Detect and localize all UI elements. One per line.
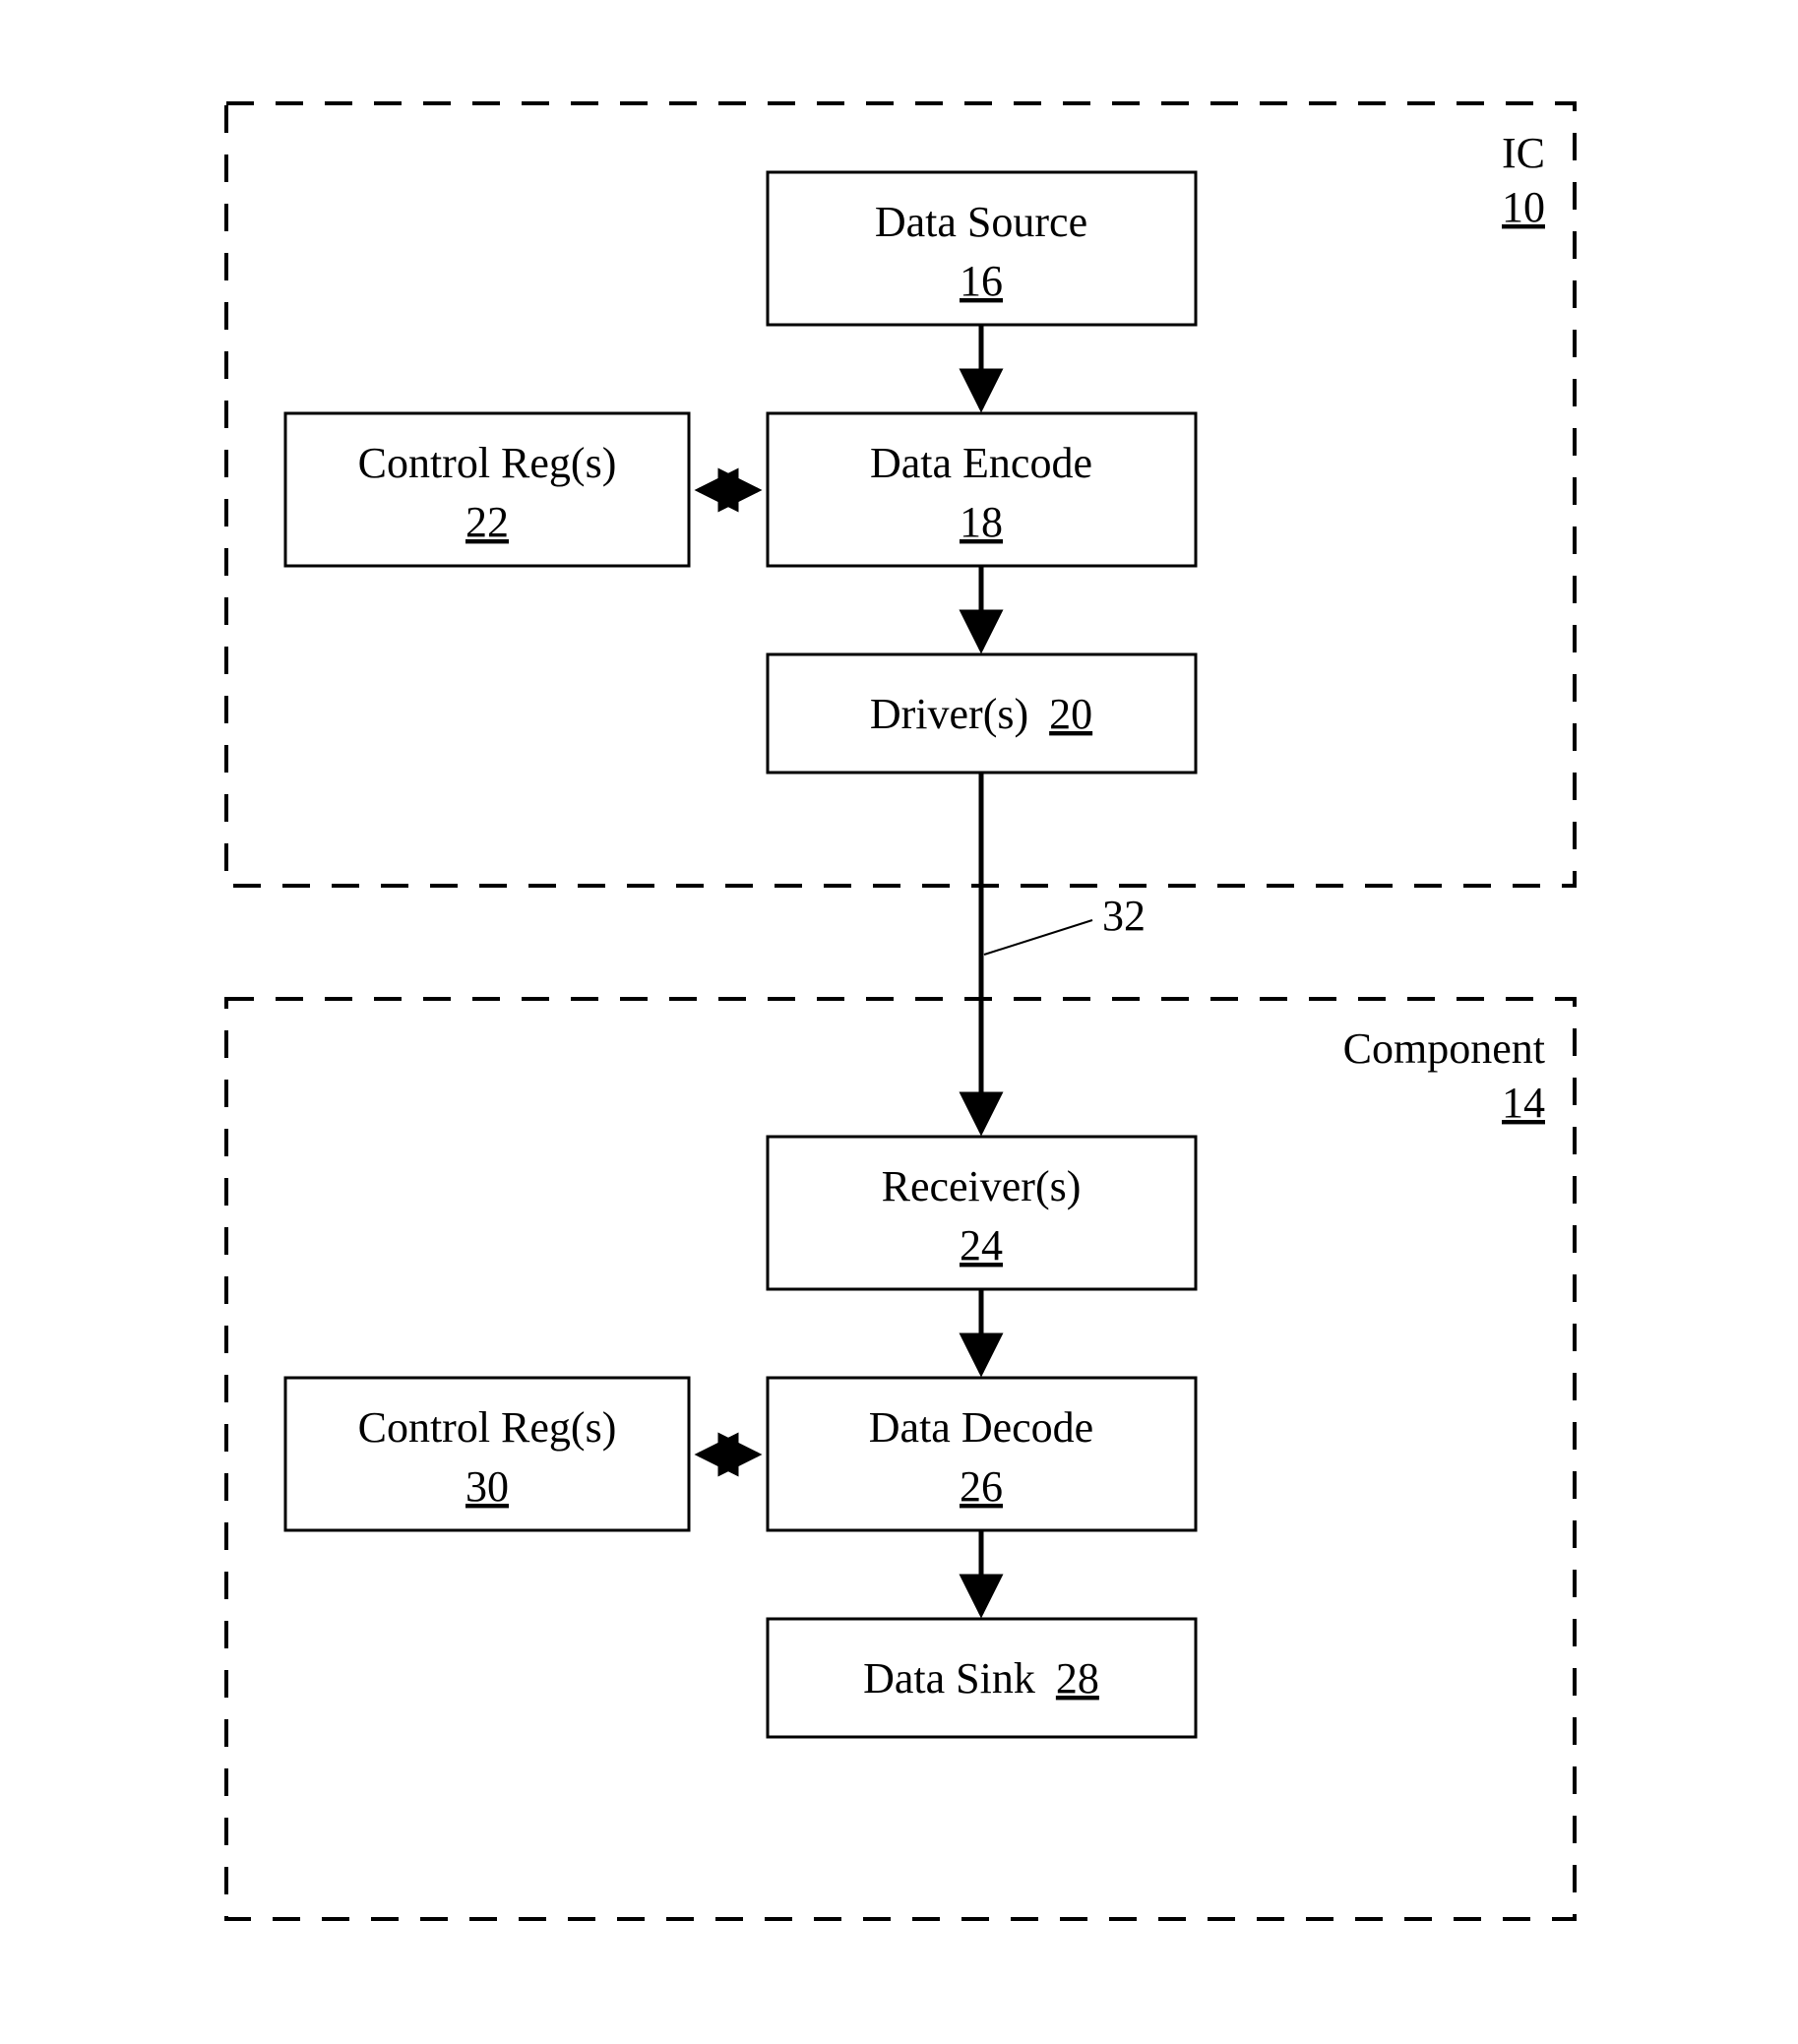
block-data-decode-label: Data Decode	[869, 1403, 1093, 1452]
block-drivers-label: Driver(s)	[870, 690, 1028, 738]
container-component-ref: 14	[1502, 1079, 1545, 1127]
block-drivers-ref: 20	[1049, 690, 1092, 738]
block-control-regs-a-label: Control Reg(s)	[358, 439, 617, 487]
block-data-decode-ref: 26	[960, 1462, 1003, 1511]
container-ic-ref: 10	[1502, 183, 1545, 231]
block-data-sink-text: Data Sink 28	[863, 1654, 1099, 1703]
block-data-sink-label: Data Sink	[863, 1654, 1035, 1703]
leader-wire-label	[984, 920, 1092, 955]
block-data-encode-ref: 18	[960, 498, 1003, 546]
diagram-canvas: IC 10 Data Source 16 Data Encode 18 Cont…	[0, 0, 1798, 2044]
block-data-source-label: Data Source	[875, 198, 1087, 246]
block-receivers-label: Receiver(s)	[882, 1162, 1082, 1210]
block-data-sink-ref: 28	[1056, 1654, 1099, 1703]
block-control-regs-a-ref: 22	[465, 498, 509, 546]
container-ic-label: IC	[1502, 129, 1545, 177]
block-receivers-ref: 24	[960, 1221, 1003, 1270]
block-data-encode-label: Data Encode	[870, 439, 1092, 487]
block-drivers-text: Driver(s) 20	[870, 690, 1092, 738]
container-component-label: Component	[1343, 1024, 1545, 1073]
wire-label: 32	[1102, 892, 1146, 940]
block-control-regs-b-ref: 30	[465, 1462, 509, 1511]
block-data-source-ref: 16	[960, 257, 1003, 305]
block-control-regs-b-label: Control Reg(s)	[358, 1403, 617, 1452]
